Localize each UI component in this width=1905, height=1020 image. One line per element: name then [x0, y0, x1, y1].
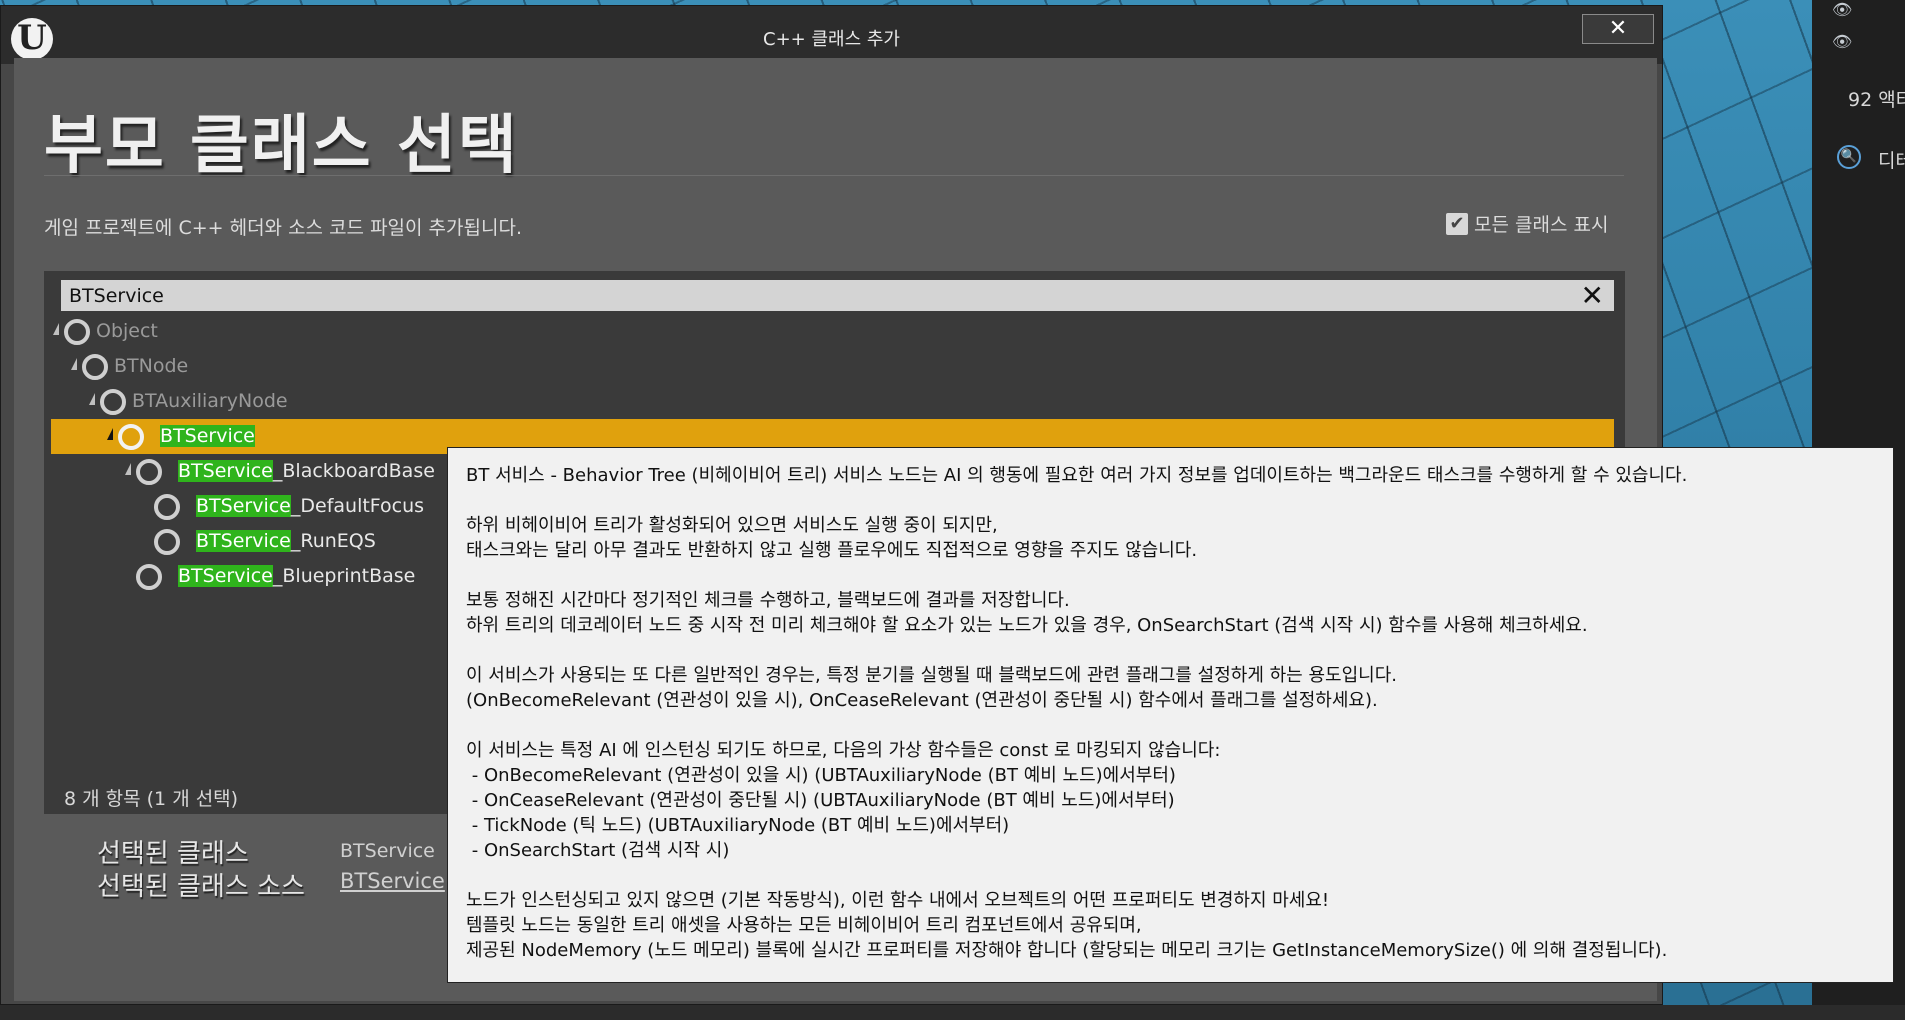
page-description: 게임 프로젝트에 C++ 헤더와 소스 코드 파일이 추가됩니다.	[44, 217, 522, 239]
tree-row-label: BTNode	[114, 355, 189, 377]
tooltip-line: - TickNode (틱 노드) (UBTAuxiliaryNode (BT …	[466, 815, 1010, 836]
search-match-highlight: BTService	[196, 495, 291, 517]
class-node-icon	[118, 424, 144, 450]
visibility-eye-icon[interactable]: 👁	[1832, 0, 1860, 19]
tooltip-line	[466, 863, 1875, 888]
tree-row-label: BTService_DefaultFocus	[196, 495, 424, 517]
tree-row-label: BTService_BlueprintBase	[178, 565, 415, 587]
expand-arrow-icon[interactable]	[53, 323, 59, 335]
details-tab-label[interactable]: 디테	[1878, 146, 1905, 173]
search-match-highlight: BTService	[178, 460, 273, 482]
class-description-tooltip: BT 서비스 - Behavior Tree (비헤이비어 트리) 서비스 노드…	[447, 447, 1894, 983]
tooltip-line: 이 서비스가 사용되는 또 다른 일반적인 경우는, 특정 분기를 실행될 때 …	[466, 665, 1397, 686]
class-node-icon	[154, 529, 180, 555]
search-match-highlight: BTService	[160, 425, 255, 447]
class-search-input[interactable]: BTService ✕	[61, 280, 1614, 311]
tree-row-label: BTService	[160, 425, 255, 447]
expand-arrow-icon[interactable]	[125, 463, 131, 475]
close-button[interactable]: ✕	[1582, 14, 1654, 44]
expand-arrow-icon[interactable]	[107, 428, 113, 440]
details-search-icon: 🔍	[1837, 145, 1861, 169]
actor-count: 92 액터	[1848, 89, 1905, 111]
search-input-value[interactable]: BTService	[69, 285, 164, 307]
tooltip-line: 보통 정해진 시간마다 정기적인 체크를 수행하고, 블랙보드에 결과를 저장합…	[466, 590, 1070, 611]
tree-row-label: BTService_BlackboardBase	[178, 460, 435, 482]
tooltip-line: 태스크와는 달리 아무 결과도 반환하지 않고 실행 플로우에도 직접적으로 영…	[466, 540, 1198, 561]
tooltip-line: - OnBecomeRelevant (연관성이 있을 시) (UBTAuxil…	[466, 765, 1176, 786]
item-count-status: 8 개 항목 (1 개 선택)	[64, 788, 239, 810]
dialog-titlebar[interactable]: U C++ 클래스 추가 ✕	[1, 6, 1662, 64]
class-node-icon	[136, 564, 162, 590]
page-title: 부모 클래스 선택	[44, 109, 519, 183]
class-node-icon	[136, 459, 162, 485]
search-match-highlight: BTService	[178, 565, 273, 587]
tree-row-label: Object	[96, 320, 158, 342]
tooltip-line: 제공된 NodeMemory (노드 메모리) 블록에 실시간 프로퍼티를 저장…	[466, 940, 1668, 961]
expand-arrow-icon[interactable]	[89, 393, 95, 405]
tree-row-label-suffix: _DefaultFocus	[290, 495, 425, 517]
class-node-icon	[64, 319, 90, 345]
tree-row-object[interactable]: Object	[51, 314, 1625, 349]
tooltip-line: - OnCeaseRelevant (연관성이 중단될 시) (UBTAuxil…	[466, 790, 1175, 811]
show-all-checkbox[interactable]: ✔	[1446, 212, 1468, 235]
selected-class-source-link[interactable]: BTService	[340, 869, 445, 893]
search-match-highlight: BTService	[196, 530, 291, 552]
class-node-icon	[154, 494, 180, 520]
tooltip-line: 하위 비헤이비어 트리가 활성화되어 있으면 서비스도 실행 중이 되지만,	[466, 515, 998, 536]
tooltip-line	[466, 488, 1875, 513]
class-node-icon	[100, 389, 126, 415]
expand-arrow-icon[interactable]	[71, 358, 77, 370]
tree-row-label: BTService_RunEQS	[196, 530, 376, 552]
tooltip-line	[466, 713, 1875, 738]
tooltip-line: 노드가 인스턴싱되고 있지 않으면 (기본 작동방식), 이런 함수 내에서 오…	[466, 890, 1330, 911]
selected-class-source-label: 선택된 클래스 소스	[97, 872, 305, 902]
tooltip-line: 템플릿 노드는 동일한 트리 애셋을 사용하는 모든 비헤이비어 트리 컴포넌트…	[466, 915, 1142, 936]
show-all-label: 모든 클래스 표시	[1474, 214, 1609, 236]
class-node-icon	[82, 354, 108, 380]
tree-row-label-suffix: _BlueprintBase	[272, 565, 416, 587]
clear-search-icon[interactable]: ✕	[1581, 280, 1604, 311]
show-all-classes-toggle[interactable]: ✔ 모든 클래스 표시	[1446, 210, 1608, 237]
visibility-eye-icon[interactable]: 👁	[1832, 32, 1860, 51]
tooltip-line: (OnBecomeRelevant (연관성이 있을 시), OnCeaseRe…	[466, 690, 1378, 711]
tooltip-line	[466, 563, 1875, 588]
tooltip-line: BT 서비스 - Behavior Tree (비헤이비어 트리) 서비스 노드…	[466, 465, 1688, 486]
tree-row-btnode[interactable]: BTNode	[51, 349, 1625, 384]
tooltip-line: 하위 트리의 데코레이터 노드 중 시작 전 미리 체크해야 할 요소가 있는 …	[466, 615, 1588, 636]
title-divider	[44, 175, 1624, 176]
dialog-title: C++ 클래스 추가	[763, 29, 900, 50]
tooltip-line	[466, 638, 1875, 663]
tooltip-line: 이 서비스는 특정 AI 에 인스턴싱 되기도 하므로, 다음의 가상 함수들은…	[466, 740, 1221, 761]
tree-row-btauxiliarynode[interactable]: BTAuxiliaryNode	[51, 384, 1625, 419]
tooltip-line: - OnSearchStart (검색 시작 시)	[466, 840, 730, 861]
tree-row-label: BTAuxiliaryNode	[132, 390, 288, 412]
tree-row-label-suffix: _BlackboardBase	[272, 460, 435, 482]
tree-row-label-suffix: _RunEQS	[290, 530, 376, 552]
editor-bottom-bar	[0, 1005, 1905, 1020]
selected-class-label: 선택된 클래스	[97, 839, 249, 869]
selected-class-value: BTService	[340, 840, 435, 862]
